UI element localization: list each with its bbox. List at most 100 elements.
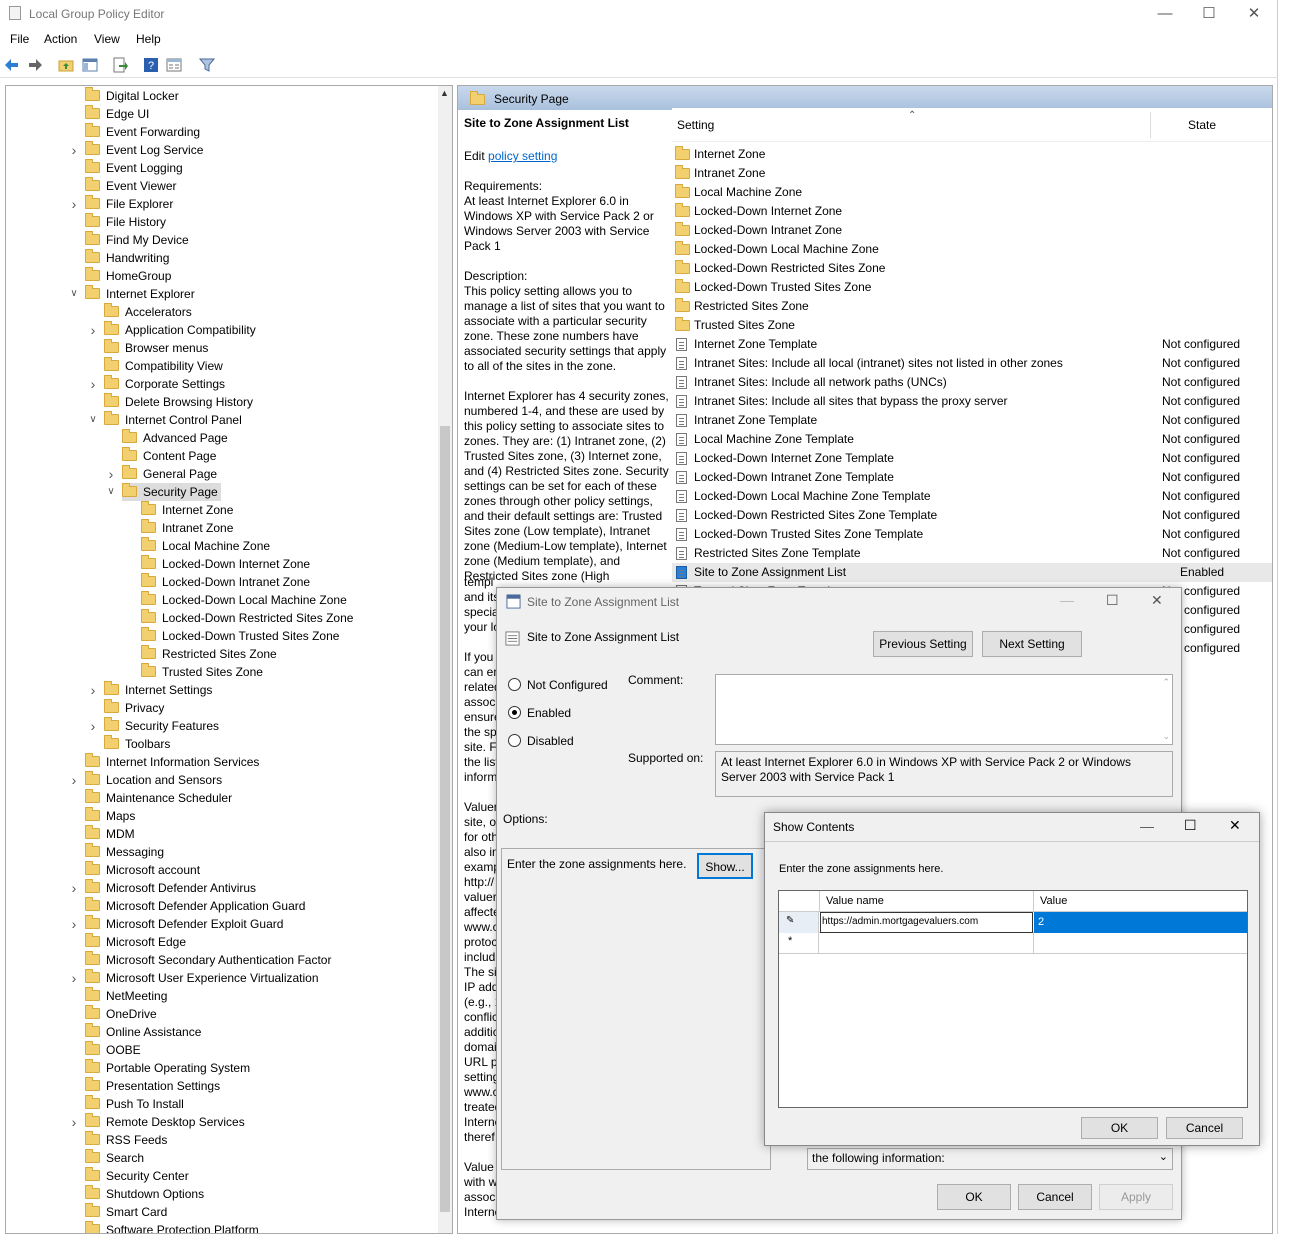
tree-item[interactable]: RSS Feeds — [85, 1131, 170, 1149]
menu-help[interactable]: Help — [136, 32, 161, 46]
tree-item[interactable]: Locked-Down Internet Zone — [141, 555, 313, 573]
tree-item[interactable]: Intranet Zone — [141, 519, 236, 537]
list-item[interactable]: Restricted Sites Zone Template Not config… — [672, 544, 1272, 563]
minimize-icon[interactable]: — — [1154, 4, 1176, 24]
next-setting-button[interactable]: Next Setting — [982, 631, 1082, 657]
menu-action[interactable]: Action — [44, 32, 77, 46]
list-item[interactable]: Internet Zone — [672, 145, 1272, 164]
list-item[interactable]: Local Machine Zone Template Not configure… — [672, 430, 1272, 449]
tree-item[interactable]: Microsoft Secondary Authentication Facto… — [85, 951, 334, 969]
show-hide-tree-icon[interactable] — [82, 57, 98, 73]
row-header[interactable]: ✎ — [779, 912, 819, 933]
expand-chevron-icon[interactable]: › — [69, 969, 79, 987]
dialog-maximize-icon[interactable]: ☐ — [1184, 817, 1197, 834]
help-icon[interactable]: ? — [143, 57, 159, 73]
list-item[interactable]: Intranet Sites: Include all network path… — [672, 373, 1272, 392]
tree-item[interactable]: Search — [85, 1149, 147, 1167]
tree-item[interactable]: Remote Desktop Services — [85, 1113, 248, 1131]
tree-item[interactable]: Event Forwarding — [85, 123, 203, 141]
tree-item[interactable]: Software Protection Platform — [85, 1221, 262, 1233]
policy-setting-link[interactable]: policy setting — [488, 149, 557, 163]
list-item[interactable]: Restricted Sites Zone — [672, 297, 1272, 316]
tree-item[interactable]: Trusted Sites Zone — [141, 663, 266, 681]
tree-item[interactable]: Microsoft Defender Application Guard — [85, 897, 308, 915]
radio-circle[interactable] — [508, 678, 521, 691]
comment-field[interactable]: ⌃ ⌄ — [715, 674, 1173, 745]
tree-item[interactable]: Microsoft User Experience Virtualization — [85, 969, 322, 987]
expand-chevron-icon[interactable]: › — [88, 375, 98, 393]
list-item[interactable]: Local Machine Zone — [672, 183, 1272, 202]
tree-item[interactable]: Digital Locker — [85, 87, 182, 105]
tree-item[interactable]: Handwriting — [85, 249, 172, 267]
list-item[interactable]: Locked-Down Local Machine Zone — [672, 240, 1272, 259]
maximize-icon[interactable]: ☐ — [1198, 4, 1220, 24]
col-value-name[interactable]: Value name — [826, 891, 884, 911]
expand-chevron-icon[interactable]: › — [106, 465, 116, 483]
tree-scrollbar[interactable]: ▲ — [438, 86, 452, 1233]
tree-item[interactable]: MDM — [85, 825, 138, 843]
tree-item[interactable]: Locked-Down Restricted Sites Zone — [141, 609, 356, 627]
tree-item[interactable]: Locked-Down Trusted Sites Zone — [141, 627, 342, 645]
scroll-up-icon[interactable]: ⌃ — [1162, 677, 1170, 688]
list-item[interactable]: Locked-Down Trusted Sites Zone — [672, 278, 1272, 297]
expand-chevron-icon[interactable]: › — [69, 915, 79, 933]
list-item[interactable]: Locked-Down Restricted Sites Zone — [672, 259, 1272, 278]
tree-item[interactable]: Smart Card — [85, 1203, 170, 1221]
radio-not-configured[interactable]: Not Configured — [508, 678, 608, 692]
forward-arrow-icon[interactable] — [27, 57, 43, 73]
expand-chevron-icon[interactable]: › — [88, 717, 98, 735]
col-value[interactable]: Value — [1040, 891, 1067, 911]
tree-item[interactable]: Find My Device — [85, 231, 192, 249]
chevron-down-icon[interactable]: ⌄ — [1159, 1150, 1168, 1163]
tree-item[interactable]: Microsoft account — [85, 861, 203, 879]
dialog-minimize-icon[interactable]: — — [1060, 592, 1074, 608]
expand-chevron-icon[interactable]: › — [88, 321, 98, 339]
radio-enabled[interactable]: Enabled — [508, 706, 571, 720]
value-name-input[interactable]: https://admin.mortgagevaluers.com — [822, 912, 978, 932]
list-item[interactable]: Intranet Sites: Include all sites that b… — [672, 392, 1272, 411]
tree-item[interactable]: Event Viewer — [85, 177, 179, 195]
tree-item[interactable]: Maintenance Scheduler — [85, 789, 235, 807]
tree-item[interactable]: Microsoft Edge — [85, 933, 189, 951]
list-item[interactable]: Trusted Sites Zone — [672, 316, 1272, 335]
tree-item[interactable]: General Page — [122, 465, 220, 483]
expand-chevron-icon[interactable]: › — [69, 195, 79, 213]
dialog-close-icon[interactable]: ✕ — [1151, 592, 1163, 609]
tree-item[interactable]: Internet Information Services — [85, 753, 262, 771]
tree-item[interactable]: Local Machine Zone — [141, 537, 273, 555]
filter-icon[interactable] — [199, 57, 215, 73]
back-arrow-icon[interactable] — [4, 57, 20, 73]
tree-item[interactable]: Location and Sensors — [85, 771, 225, 789]
tree-item[interactable]: Advanced Page — [122, 429, 231, 447]
tree-pane[interactable]: ▲ Digital Locker Edge UI Event Forwarding ›… — [5, 85, 453, 1234]
expand-chevron-icon[interactable]: › — [88, 681, 98, 699]
list-item[interactable]: Site to Zone Assignment List Enabled — [672, 563, 1272, 582]
collapse-chevron-icon[interactable]: ∨ — [106, 483, 116, 501]
dialog-close-icon[interactable]: ✕ — [1229, 817, 1241, 834]
tree-item[interactable]: Security Features — [104, 717, 222, 735]
scroll-thumb[interactable] — [440, 426, 450, 1212]
radio-circle[interactable] — [508, 734, 521, 747]
list-item[interactable]: Locked-Down Intranet Zone — [672, 221, 1272, 240]
scroll-down-icon[interactable]: ⌄ — [1162, 731, 1170, 742]
tree-item[interactable]: Internet Control Panel — [104, 411, 245, 429]
list-item[interactable]: Locked-Down Internet Zone — [672, 202, 1272, 221]
list-item[interactable]: Locked-Down Internet Zone Template Not co… — [672, 449, 1272, 468]
tree-item[interactable]: Internet Settings — [104, 681, 215, 699]
tree-item[interactable]: Microsoft Defender Antivirus — [85, 879, 259, 897]
radio-disabled[interactable]: Disabled — [508, 734, 574, 748]
previous-setting-button[interactable]: Previous Setting — [873, 631, 973, 657]
expand-chevron-icon[interactable]: › — [69, 771, 79, 789]
scroll-up-icon[interactable]: ▲ — [440, 88, 449, 98]
tree-item[interactable]: Edge UI — [85, 105, 152, 123]
list-item[interactable]: Intranet Zone — [672, 164, 1272, 183]
col-state[interactable]: State — [1188, 118, 1216, 132]
cancel-button[interactable]: Cancel — [1166, 1117, 1243, 1139]
tree-item[interactable]: Shutdown Options — [85, 1185, 207, 1203]
zone-assignments-grid[interactable]: Value name Value ✎ https://admin.mortgag… — [778, 890, 1248, 1108]
value-cell[interactable]: 2 — [1034, 912, 1247, 933]
tree-item[interactable]: Presentation Settings — [85, 1077, 223, 1095]
tree-item[interactable]: Internet Zone — [141, 501, 236, 519]
close-icon[interactable]: ✕ — [1243, 4, 1265, 24]
tree-item[interactable]: Locked-Down Intranet Zone — [141, 573, 313, 591]
